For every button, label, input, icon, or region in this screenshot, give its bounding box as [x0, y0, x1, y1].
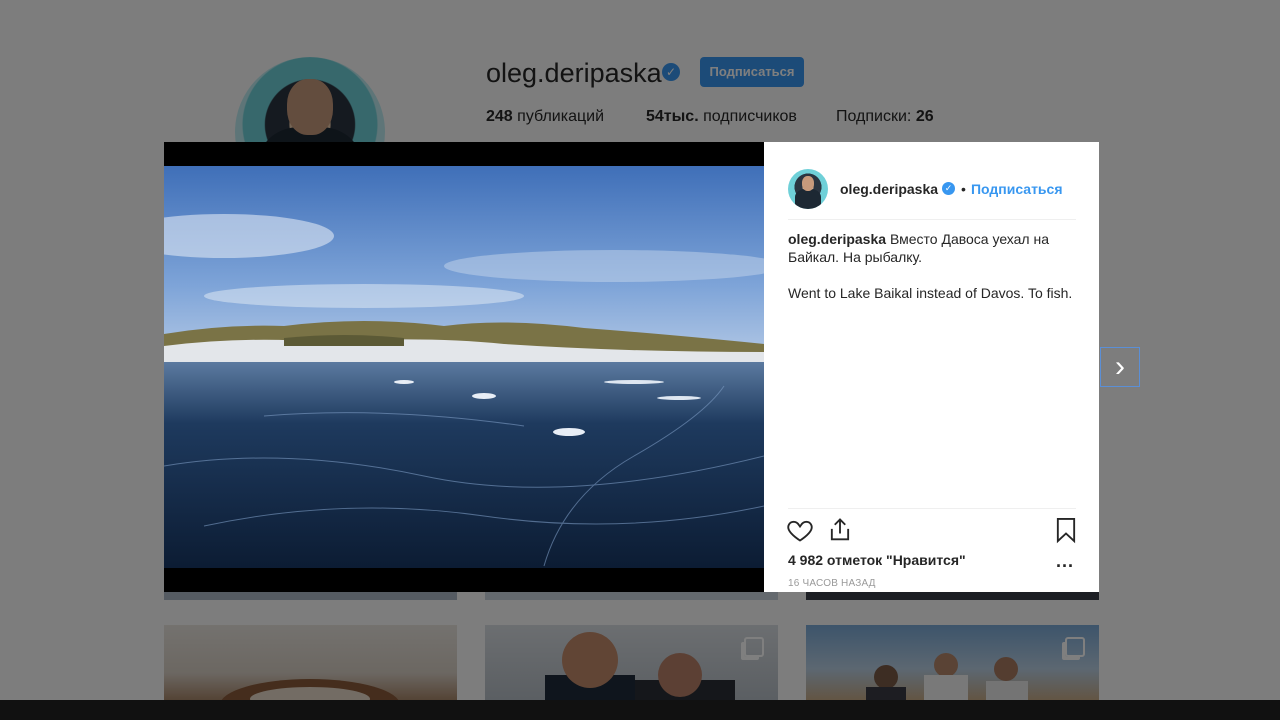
post-media [164, 142, 764, 592]
post-timestamp[interactable]: 16 ЧАСОВ НАЗАД [788, 578, 876, 589]
chevron-right-icon: › [1115, 350, 1125, 383]
divider [788, 508, 1076, 509]
post-photo[interactable] [164, 166, 764, 568]
avatar[interactable] [788, 168, 828, 209]
post-header: oleg.deripaska ✓ • Подписаться [788, 158, 1076, 220]
follow-button[interactable]: Подписаться [971, 181, 1063, 197]
post-sidebar: oleg.deripaska ✓ • Подписаться oleg.deri… [764, 142, 1099, 592]
post-caption: oleg.deripaska Вместо Давоса уехал на Ба… [788, 230, 1076, 320]
next-post-button[interactable]: › [1100, 347, 1140, 387]
bookmark-icon[interactable] [1052, 516, 1080, 544]
more-options-button[interactable]: ... [1056, 552, 1074, 570]
caption-username[interactable]: oleg.deripaska [788, 231, 886, 247]
post-modal: oleg.deripaska ✓ • Подписаться oleg.deri… [164, 142, 1099, 592]
separator-dot: • [961, 180, 966, 197]
verified-badge-icon: ✓ [942, 182, 956, 195]
caption-text-en: Went to Lake Baikal instead of Davos. To… [788, 285, 1073, 301]
share-icon[interactable] [826, 516, 854, 544]
post-username[interactable]: oleg.deripaska [840, 181, 938, 197]
heart-icon[interactable] [786, 516, 814, 544]
likes-count[interactable]: 4 982 отметок "Нравится" [788, 552, 966, 568]
